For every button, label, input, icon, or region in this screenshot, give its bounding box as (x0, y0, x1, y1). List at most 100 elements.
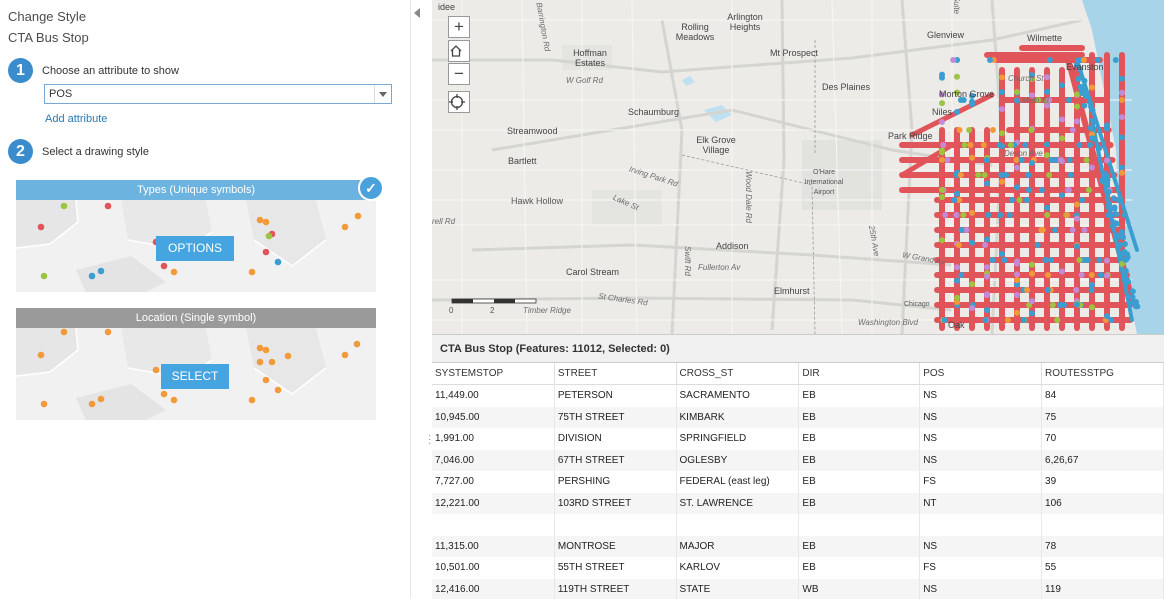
symbol-dot (105, 203, 112, 210)
bus-stop-dot (1025, 172, 1031, 178)
road-label: Wood Dale Rd (743, 171, 753, 223)
attribute-table: CTA Bus Stop (Features: 11012, Selected:… (432, 334, 1164, 599)
symbol-dot (257, 345, 264, 352)
bus-stop-dot (1081, 103, 1087, 109)
column-header[interactable]: STREET (554, 363, 676, 385)
table-cell: ST. LAWRENCE (676, 493, 799, 515)
place-label: Rolling Meadows (670, 22, 720, 42)
resize-grip-icon[interactable]: ··· (428, 434, 431, 446)
place-label: Niles (932, 107, 952, 117)
add-attribute-link[interactable]: Add attribute (45, 113, 107, 125)
select-button[interactable]: SELECT (161, 364, 229, 389)
table-cell: EB (799, 407, 920, 429)
table-row[interactable]: 1,991.00DIVISIONSPRINGFIELDEBNS70 (432, 428, 1164, 450)
bus-stop-dot (982, 172, 988, 178)
bus-stop-dot (1059, 268, 1065, 274)
bus-stop-dot (1044, 205, 1050, 211)
bus-stop-dot (983, 317, 989, 323)
symbol-dot (61, 329, 68, 336)
bus-stop-dot (1119, 134, 1125, 140)
bus-stop-dot (999, 74, 1005, 80)
bus-stop-dot (1066, 97, 1072, 103)
map-view[interactable]: idee Arlington Heights Rolling Meadows H… (432, 0, 1164, 334)
attribute-select[interactable]: POS (44, 84, 392, 104)
bus-stop-dot (1014, 277, 1020, 283)
bus-stop-dot (1068, 172, 1074, 178)
bus-stop-dot (1116, 197, 1122, 203)
bus-stop-dot (966, 127, 972, 133)
bus-stop-dot (969, 155, 975, 161)
table-cell: 55 (1042, 557, 1164, 579)
selected-check-icon: ✓ (358, 175, 384, 201)
table-cell: 78 (1042, 536, 1164, 558)
table-row[interactable]: 12,416.00119TH STREETSTATEWBNS119 (432, 579, 1164, 599)
collapse-panel-icon[interactable] (414, 8, 420, 18)
table-cell: EB (799, 536, 920, 558)
bus-stop-dot (1106, 189, 1112, 195)
table-cell: EB (799, 557, 920, 579)
place-label: Carol Stream (566, 267, 619, 277)
bus-stop-dot (1029, 271, 1035, 277)
bus-stop-dot (1073, 287, 1079, 293)
bus-stop-dot (959, 227, 965, 233)
options-button[interactable]: OPTIONS (156, 236, 234, 261)
table-row[interactable]: 12,221.00103RD STREETST. LAWRENCEEBNT106 (432, 493, 1164, 515)
bus-stop-dot (1014, 310, 1020, 316)
bus-stop-dot (1052, 227, 1058, 233)
zoom-in-button[interactable]: + (448, 16, 470, 38)
bus-stop-dot (1035, 242, 1041, 248)
bus-stop-dot (987, 57, 993, 63)
bus-stop-dot (954, 191, 960, 197)
table-row[interactable] (432, 514, 1164, 536)
table-row[interactable]: 11,449.00PETERSONSACRAMENTOEBNS84 (432, 385, 1164, 407)
bus-stop-dot (1104, 273, 1110, 279)
locate-button[interactable] (448, 91, 470, 113)
road-label: Main St (1022, 96, 1049, 106)
bus-stop-dot (1061, 302, 1067, 308)
bus-stop-dot (942, 317, 948, 323)
symbol-dot (263, 377, 270, 384)
symbol-dot (61, 203, 68, 210)
zoom-out-button[interactable]: − (448, 63, 470, 85)
symbol-dot (263, 347, 270, 354)
bus-stop-dot (1070, 227, 1076, 233)
bus-stop-dot (997, 142, 1003, 148)
table-cell: NT (920, 493, 1042, 515)
bus-stop-dot (1090, 107, 1096, 113)
place-label: Hawk Hollow (511, 196, 563, 206)
attribute-select-toggle[interactable] (374, 85, 391, 103)
column-header[interactable]: SYSTEMSTOP (432, 363, 554, 385)
home-button[interactable] (448, 40, 470, 62)
bus-stop-dot (1079, 197, 1085, 203)
table-cell: PERSHING (554, 471, 676, 493)
table-row[interactable]: 7,727.00PERSHINGFEDERAL (east leg)EBFS39 (432, 471, 1164, 493)
place-label: Glenview (927, 30, 964, 40)
table-cell (676, 514, 799, 536)
bus-stop-dot (1084, 157, 1090, 163)
symbol-dot (263, 249, 270, 256)
style-card-types[interactable]: Types (Unique symbols) OPTIONS (16, 180, 376, 292)
symbol-dot (269, 359, 276, 366)
column-header[interactable]: ROUTESSTPG (1042, 363, 1164, 385)
column-header[interactable]: POS (920, 363, 1042, 385)
chevron-down-icon (379, 92, 387, 97)
table-cell: EB (799, 428, 920, 450)
place-label: Schaumburg (628, 107, 679, 117)
style-card-location[interactable]: Location (Single symbol) SELECT (16, 308, 376, 420)
table-row[interactable]: 10,501.0055TH STREETKARLOVEBFS55 (432, 557, 1164, 579)
table-cell: 10,501.00 (432, 557, 554, 579)
symbol-dot (105, 329, 112, 336)
table-row[interactable]: 7,046.0067TH STREETOGLESBYEBNS6,26,67 (432, 450, 1164, 472)
bus-stop-dot (1050, 302, 1056, 308)
table-row[interactable]: 11,315.00MONTROSEMAJOREBNS78 (432, 536, 1164, 558)
column-header[interactable]: CROSS_ST (676, 363, 799, 385)
table-cell: 7,727.00 (432, 471, 554, 493)
column-header[interactable]: DIR (799, 363, 920, 385)
bus-stop-dot (1105, 177, 1111, 183)
table-cell: WB (799, 579, 920, 599)
table-cell: NS (920, 385, 1042, 407)
bus-stop-dot (1076, 142, 1082, 148)
table-row[interactable]: 10,945.0075TH STREETKIMBARKEBNS75 (432, 407, 1164, 429)
bus-stop-dot (1089, 287, 1095, 293)
table-header-row: SYSTEMSTOP STREET CROSS_ST DIR POS ROUTE… (432, 363, 1164, 385)
